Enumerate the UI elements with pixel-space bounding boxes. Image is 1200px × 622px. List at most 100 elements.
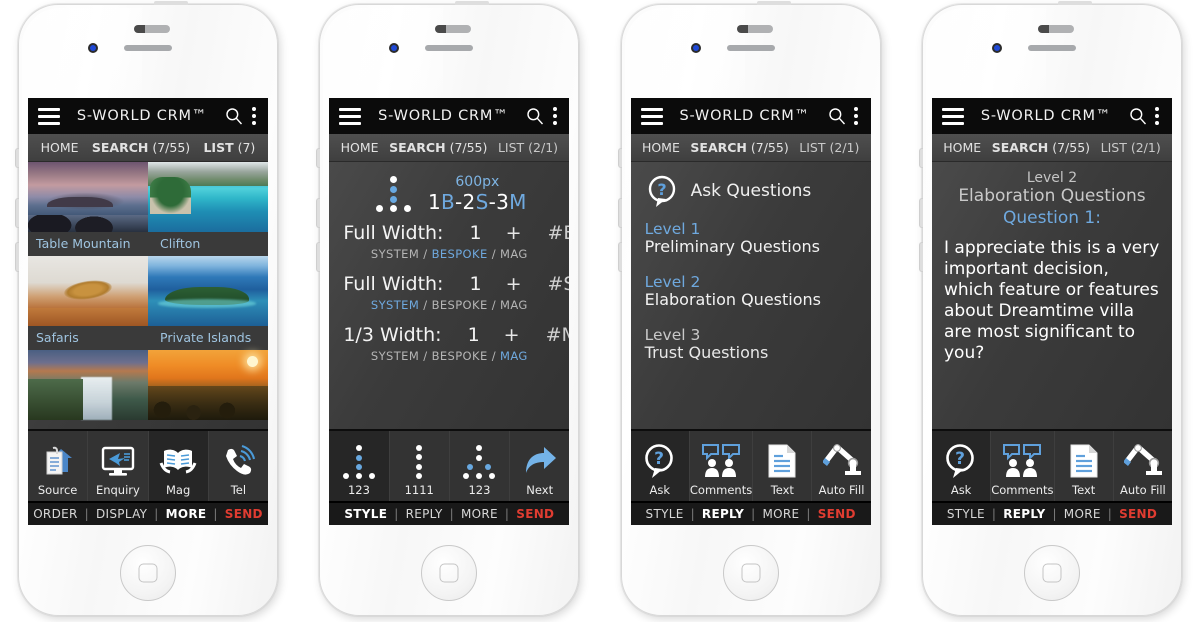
option-bespoke[interactable]: BESPOKE [432, 349, 488, 363]
tool-text[interactable]: Text [1054, 431, 1114, 501]
hamburger-icon[interactable] [640, 107, 663, 125]
nav-tab-list[interactable]: LIST (7) [203, 140, 255, 155]
tool-pattern-123[interactable]: 123 [329, 431, 390, 501]
home-button[interactable] [120, 545, 176, 601]
tool-ask[interactable]: ? Ask [931, 431, 992, 501]
silent-switch[interactable] [15, 148, 19, 168]
action-send[interactable]: SEND [818, 507, 856, 521]
silent-switch[interactable] [316, 148, 321, 168]
action-reply[interactable]: REPLY [406, 507, 443, 521]
volume-up-button[interactable] [15, 198, 19, 228]
tool-source[interactable]: Source [28, 431, 89, 501]
nav-tab-list[interactable]: LIST (2/1) [1101, 140, 1161, 155]
action-more[interactable]: MORE [1064, 507, 1101, 521]
nav-tab-home[interactable]: HOME [642, 140, 680, 155]
action-send[interactable]: SEND [225, 507, 263, 521]
level-item-2[interactable]: Level 2 Elaboration Questions [631, 269, 871, 309]
tool-mag[interactable]: Mag [148, 431, 209, 501]
tool-ask[interactable]: ? Ask [630, 431, 690, 501]
action-more[interactable]: MORE [461, 507, 498, 521]
search-icon[interactable] [224, 106, 244, 126]
nav-tab-home[interactable]: HOME [341, 140, 379, 155]
nav-tab-search[interactable]: SEARCH (7/55) [389, 140, 487, 155]
home-button[interactable] [722, 545, 779, 601]
kebab-menu-icon[interactable] [552, 107, 557, 125]
volume-up-button[interactable] [918, 198, 923, 228]
action-send[interactable]: SEND [1119, 507, 1157, 521]
kebab-menu-icon[interactable] [854, 107, 859, 125]
tool-text[interactable]: Text [753, 431, 813, 501]
tool-tel[interactable]: Tel [208, 431, 268, 501]
nav-tab-list[interactable]: LIST (2/1) [799, 140, 859, 155]
tool-comments[interactable]: Comments [689, 431, 754, 501]
option-system[interactable]: SYSTEM [371, 247, 419, 261]
action-display[interactable]: DISPLAY [96, 507, 147, 521]
nav-tab-home[interactable]: HOME [41, 140, 79, 155]
tool-enquiry[interactable]: Enquiry [88, 431, 149, 501]
power-button[interactable] [455, 1, 490, 5]
action-reply[interactable]: REPLY [702, 507, 744, 521]
search-icon[interactable] [525, 106, 545, 126]
silent-switch[interactable] [918, 148, 923, 168]
tool-pattern-1111[interactable]: 1111 [389, 431, 450, 501]
volume-down-button[interactable] [15, 242, 19, 272]
tool-auto-fill[interactable]: Auto Fill [1113, 431, 1172, 501]
volume-up-button[interactable] [316, 198, 321, 228]
search-icon[interactable] [1128, 106, 1148, 126]
add-row-button[interactable]: + [506, 222, 522, 244]
nav-tab-home[interactable]: HOME [943, 140, 981, 155]
gallery-item-clifton[interactable]: Clifton [148, 162, 268, 256]
option-mag[interactable]: MAG [500, 247, 528, 261]
home-button[interactable] [1023, 545, 1080, 601]
gallery-item-table-mountain[interactable]: Table Mountain [28, 162, 148, 256]
tool-comments[interactable]: Comments [991, 431, 1055, 501]
kebab-menu-icon[interactable] [1155, 107, 1160, 125]
level-item-1[interactable]: Level 1 Preliminary Questions [631, 216, 871, 256]
tool-auto-fill[interactable]: Auto Fill [812, 431, 871, 501]
option-system[interactable]: SYSTEM [371, 298, 419, 312]
option-bespoke[interactable]: BESPOKE [432, 247, 488, 261]
action-more[interactable]: MORE [762, 507, 799, 521]
action-more[interactable]: MORE [166, 507, 207, 521]
power-button[interactable] [756, 1, 791, 5]
add-row-button[interactable]: + [506, 273, 522, 295]
volume-down-button[interactable] [316, 242, 321, 272]
gallery-item-safaris[interactable]: Safaris [28, 256, 148, 350]
option-mag[interactable]: MAG [500, 298, 528, 312]
level-item-3[interactable]: Level 3 Trust Questions [631, 322, 871, 362]
option-mag[interactable]: MAG [500, 349, 528, 363]
search-icon[interactable] [827, 106, 847, 126]
row-count[interactable]: 1 [468, 324, 480, 346]
power-button[interactable] [1057, 1, 1092, 5]
silent-switch[interactable] [617, 148, 622, 168]
hamburger-icon[interactable] [38, 107, 60, 125]
tool-next[interactable]: Next [510, 431, 570, 501]
nav-tab-search[interactable]: SEARCH (7/55) [690, 140, 788, 155]
option-system[interactable]: SYSTEM [371, 349, 419, 363]
action-send[interactable]: SEND [516, 507, 554, 521]
action-reply[interactable]: REPLY [1003, 507, 1045, 521]
nav-tab-list[interactable]: LIST (2/1) [498, 140, 558, 155]
nav-tab-search[interactable]: SEARCH (7/55) [992, 140, 1090, 155]
row-count[interactable]: 1 [469, 222, 481, 244]
option-bespoke[interactable]: BESPOKE [432, 298, 488, 312]
home-button[interactable] [421, 545, 478, 601]
action-style[interactable]: STYLE [344, 507, 387, 521]
gallery-item-falls[interactable] [28, 350, 148, 420]
volume-down-button[interactable] [617, 242, 622, 272]
tool-pattern-123-alt[interactable]: 123 [449, 431, 511, 501]
power-button[interactable] [154, 1, 188, 5]
gallery-item-private-islands[interactable]: Private Islands [148, 256, 268, 350]
hamburger-icon[interactable] [339, 107, 362, 125]
row-count[interactable]: 1 [469, 273, 481, 295]
kebab-menu-icon[interactable] [251, 107, 256, 125]
volume-up-button[interactable] [617, 198, 622, 228]
nav-tab-search[interactable]: SEARCH (7/55) [92, 140, 190, 155]
action-style[interactable]: STYLE [947, 507, 985, 521]
add-row-button[interactable]: + [504, 324, 520, 346]
volume-down-button[interactable] [918, 242, 923, 272]
gallery-item-sunset[interactable] [148, 350, 268, 420]
hamburger-icon[interactable] [941, 107, 964, 125]
action-style[interactable]: STYLE [646, 507, 684, 521]
action-order[interactable]: ORDER [33, 507, 77, 521]
